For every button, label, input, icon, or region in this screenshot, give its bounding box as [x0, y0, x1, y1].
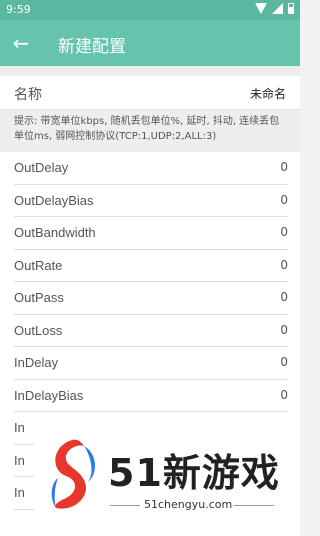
param-label: OutDelay — [14, 160, 69, 175]
param-label: OutLoss — [14, 322, 63, 338]
name-input[interactable]: 未命名 — [250, 85, 286, 102]
param-input[interactable]: 0 — [280, 323, 288, 337]
wifi-icon — [255, 3, 267, 14]
param-input[interactable]: 0 — [280, 388, 288, 402]
param-label: In — [14, 452, 25, 468]
param-label: In — [14, 485, 25, 500]
logo-url: 51chengyu.com — [144, 498, 233, 511]
divider — [110, 505, 140, 506]
param-row-outdelaybias[interactable]: OutDelayBias 0 — [14, 185, 288, 217]
watermark-overlay: 51新游戏 51chengyu.com — [34, 424, 292, 524]
param-input[interactable]: 0 — [280, 225, 288, 239]
param-label: OutBandwidth — [14, 225, 96, 240]
param-label: OutRate — [14, 257, 63, 273]
app-bar: ← 新建配置 — [0, 20, 300, 66]
param-row-indelaybias[interactable]: InDelayBias 0 — [14, 380, 288, 412]
signal-icon — [272, 3, 283, 14]
logo-icon — [51, 439, 96, 509]
divider — [0, 66, 300, 76]
param-row-outloss[interactable]: OutLoss 0 — [14, 315, 288, 347]
param-label: OutDelayBias — [14, 192, 94, 208]
param-label: InDelayBias — [14, 387, 84, 403]
param-row-indelay[interactable]: InDelay 0 — [14, 347, 288, 380]
param-row-outdelay[interactable]: OutDelay 0 — [14, 152, 288, 185]
status-bar: 9:59 — [0, 0, 300, 20]
hint-text: 提示: 带宽单位kbps, 随机丢包单位%, 延时, 抖动, 连续丢包单位ms,… — [0, 110, 300, 152]
param-label: InDelay — [14, 355, 59, 370]
battery-icon — [288, 3, 294, 14]
param-input[interactable]: 0 — [280, 193, 288, 207]
logo-text: 51新游戏 — [108, 451, 280, 495]
param-label: In — [14, 420, 25, 435]
status-icons — [255, 3, 294, 14]
param-row-outpass[interactable]: OutPass 0 — [14, 282, 288, 315]
param-row-outrate[interactable]: OutRate 0 — [14, 250, 288, 282]
param-input[interactable]: 0 — [280, 258, 288, 272]
param-input[interactable]: 0 — [280, 160, 288, 174]
status-time: 9:59 — [6, 3, 31, 16]
page-title: 新建配置 — [58, 37, 126, 57]
back-arrow-icon[interactable]: ← — [6, 28, 36, 58]
param-input[interactable]: 0 — [280, 290, 288, 304]
param-label: OutPass — [14, 290, 64, 305]
param-row-outbandwidth[interactable]: OutBandwidth 0 — [14, 217, 288, 250]
divider — [234, 505, 274, 506]
name-label: 名称 — [14, 87, 42, 103]
param-input[interactable]: 0 — [280, 355, 288, 369]
name-field[interactable]: 名称 未命名 — [0, 76, 300, 110]
